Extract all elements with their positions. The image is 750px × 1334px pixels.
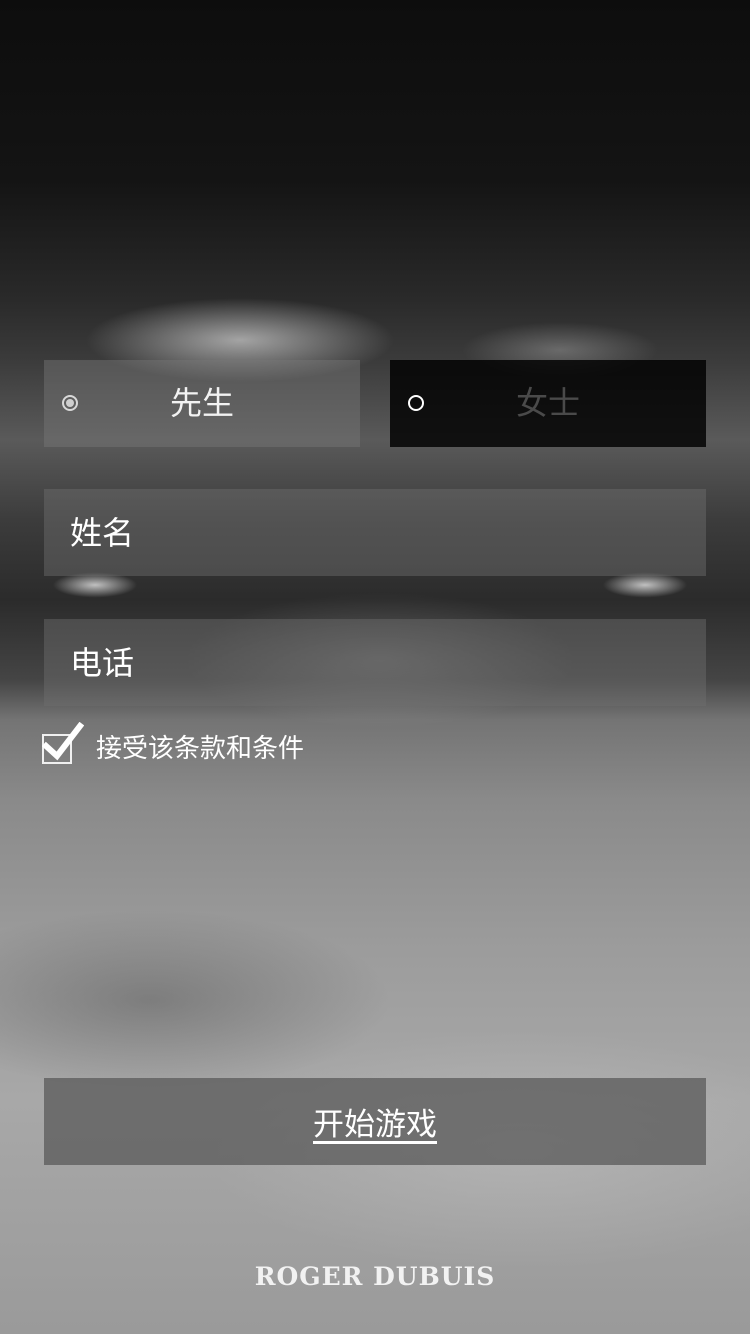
gender-label-mr: 先生 — [169, 384, 234, 422]
gender-option-ms[interactable]: 女士 — [390, 360, 706, 447]
terms-checkbox[interactable] — [42, 722, 84, 764]
start-game-button[interactable]: 开始游戏 — [44, 1078, 706, 1165]
phone-field[interactable] — [44, 619, 706, 706]
terms-row[interactable]: 接受该条款和条件 — [42, 722, 304, 770]
terms-label: 接受该条款和条件 — [96, 733, 305, 764]
checkmark-icon — [42, 722, 84, 761]
app-root: 先生 女士 接受该条款和条件 开始游戏 ROGER DUBUIS — [0, 0, 750, 1334]
name-input[interactable] — [70, 489, 670, 576]
name-field[interactable] — [44, 489, 706, 576]
gender-option-mr[interactable]: 先生 — [44, 360, 360, 447]
phone-input[interactable] — [70, 619, 670, 706]
brand-logo: ROGER DUBUIS — [254, 1262, 496, 1291]
gender-label-ms: 女士 — [515, 384, 580, 422]
